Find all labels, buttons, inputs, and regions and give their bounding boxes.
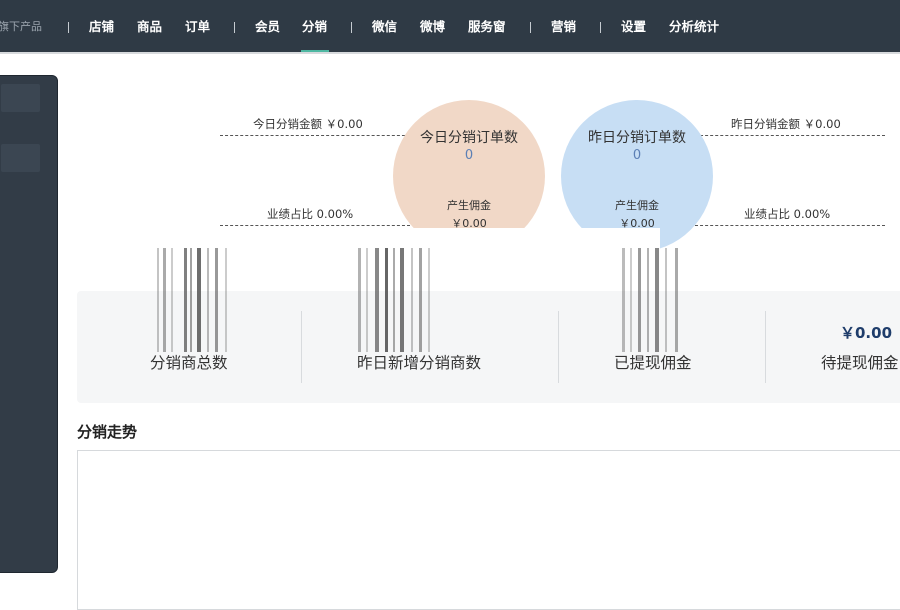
yesterday-orders-title: 昨日分销订单数 <box>588 130 686 146</box>
divider-dashed <box>695 135 885 136</box>
summary-separator <box>558 311 559 383</box>
today-commission-label: 产生佣金 <box>447 199 491 212</box>
nav-item-products[interactable]: 旗下产品 <box>0 18 42 36</box>
yesterday-ratio-label: 业绩占比 0.00% <box>744 207 831 221</box>
nav-separator <box>351 22 352 33</box>
sidebar-item[interactable] <box>1 144 40 172</box>
sidebar <box>0 75 58 573</box>
nav-item-goods[interactable]: 商品 <box>137 18 162 36</box>
nav-item-analytics[interactable]: 分析统计 <box>669 18 719 36</box>
summary-pending-value: ￥0.00 <box>840 324 893 342</box>
nav-separator <box>68 22 69 33</box>
summary-pending-label: 待提现佣金 <box>821 354 899 372</box>
nav-item-weibo[interactable]: 微博 <box>420 18 445 36</box>
today-orders-title: 今日分销订单数 <box>420 130 518 146</box>
summary-withdrawn-label: 已提现佣金 <box>614 354 692 372</box>
summary-separator <box>301 311 302 383</box>
today-orders-value: 0 <box>464 148 474 163</box>
render-artifact-band <box>230 228 660 252</box>
nav-separator <box>530 22 531 33</box>
nav-item-members[interactable]: 会员 <box>255 18 280 36</box>
nav-separator <box>234 22 235 33</box>
divider-dashed <box>220 135 410 136</box>
divider-dashed <box>220 225 410 226</box>
sidebar-item[interactable] <box>1 84 40 112</box>
render-artifact <box>155 248 235 352</box>
yesterday-commission-label: 产生佣金 <box>615 199 659 212</box>
nav-separator <box>600 22 601 33</box>
summary-total-distributors-label: 分销商总数 <box>150 354 228 372</box>
yesterday-amount-label: 昨日分销金额 ￥0.00 <box>731 117 841 131</box>
nav-item-wechat[interactable]: 微信 <box>372 18 397 36</box>
today-ratio-label: 业绩占比 0.00% <box>267 207 354 221</box>
nav-item-store[interactable]: 店铺 <box>89 18 114 36</box>
render-artifact <box>355 248 435 352</box>
nav-item-distribution[interactable]: 分销 <box>302 18 327 36</box>
divider-dashed <box>695 225 885 226</box>
today-amount-label: 今日分销金额 ￥0.00 <box>253 117 363 131</box>
summary-separator <box>765 311 766 383</box>
nav-bottom-border <box>0 52 900 54</box>
yesterday-orders-value: 0 <box>632 148 642 163</box>
nav-item-service-window[interactable]: 服务窗 <box>468 18 506 36</box>
nav-item-orders[interactable]: 订单 <box>185 18 210 36</box>
render-artifact <box>620 248 690 352</box>
nav-item-settings[interactable]: 设置 <box>621 18 646 36</box>
nav-item-marketing[interactable]: 营销 <box>551 18 576 36</box>
summary-new-distributors-label: 昨日新增分销商数 <box>357 354 482 372</box>
trend-title: 分销走势 <box>77 423 138 441</box>
trend-chart-area <box>77 450 900 610</box>
top-navigation: 旗下产品 店铺 商品 订单 会员 分销 微信 微博 服务窗 营销 设置 分析统计 <box>0 0 900 54</box>
